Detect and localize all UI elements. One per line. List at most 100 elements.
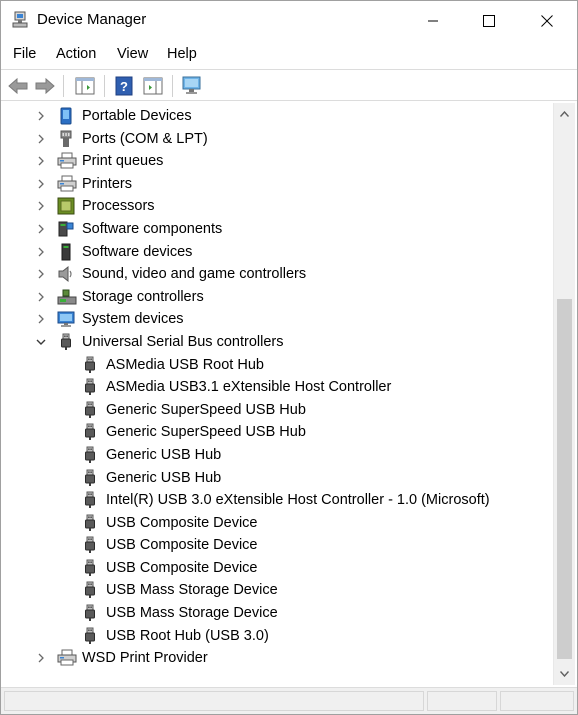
tree-node-label: Generic SuperSpeed USB Hub [106,424,306,441]
tree-category-node[interactable]: Print queues [5,150,553,173]
menu-action[interactable]: Action [56,46,96,62]
tree-device-node[interactable]: USB Composite Device [5,512,553,535]
status-pane-tertiary [500,691,574,711]
expand-toggle[interactable] [35,245,47,259]
tree-category-node[interactable]: Software devices [5,241,553,264]
scroll-down-button[interactable] [554,665,575,682]
chevron-down-icon [36,339,46,345]
expand-toggle[interactable] [35,312,47,326]
expand-toggle[interactable] [35,154,47,168]
device-tree[interactable]: Portable Devices Ports (COM & LPT) Print q… [5,105,553,683]
toolbar-separator [63,75,64,97]
expand-toggle[interactable] [35,199,47,213]
tree-device-node[interactable]: Generic SuperSpeed USB Hub [5,399,553,422]
usb-icon [81,536,99,554]
tree-category-node[interactable]: Printers [5,173,553,196]
tree-category-node[interactable]: Sound, video and game controllers [5,263,553,286]
tree-node-label: ASMedia USB3.1 eXtensible Host Controlle… [106,379,392,396]
title-bar[interactable]: Device Manager [1,1,577,41]
properties-pane-button[interactable] [141,74,165,98]
printer-icon [57,649,77,667]
tree-category-node[interactable]: Ports (COM & LPT) [5,128,553,151]
tree-device-node[interactable]: USB Composite Device [5,534,553,557]
minimize-button[interactable] [404,1,462,41]
collapse-toggle[interactable] [35,335,47,349]
tree-category-node[interactable]: Processors [5,195,553,218]
usb-icon [81,627,99,645]
usb-icon [81,604,99,622]
tree-device-node[interactable]: Generic USB Hub [5,467,553,490]
forward-button[interactable] [33,74,57,98]
expand-toggle[interactable] [35,132,47,146]
chevron-right-icon [38,247,44,257]
chevron-right-icon [38,292,44,302]
maximize-button[interactable] [460,1,518,41]
tree-category-node[interactable]: Storage controllers [5,286,553,309]
tree-device-node[interactable]: ASMedia USB3.1 eXtensible Host Controlle… [5,376,553,399]
menu-view[interactable]: View [117,46,148,62]
back-button[interactable] [6,74,30,98]
tree-node-label: USB Mass Storage Device [106,605,278,622]
scan-hardware-changes-button[interactable] [180,74,204,98]
menu-help[interactable]: Help [167,46,197,62]
tree-node-label: ASMedia USB Root Hub [106,356,264,373]
status-pane-secondary [427,691,497,711]
tree-node-label: Ports (COM & LPT) [82,130,208,147]
tree-category-node[interactable]: Universal Serial Bus controllers [5,331,553,354]
tree-node-label: Software components [82,220,223,237]
tree-category-node[interactable]: WSD Print Provider [5,647,553,670]
expand-toggle[interactable] [35,290,47,304]
tree-category-node[interactable]: Portable Devices [5,105,553,128]
tree-node-label: Portable Devices [82,108,192,124]
port-icon [57,130,75,148]
tree-node-label: USB Composite Device [106,559,258,576]
tree-device-node[interactable]: Generic USB Hub [5,444,553,467]
scroll-up-button[interactable] [554,105,575,122]
tree-device-node[interactable]: ASMedia USB Root Hub [5,354,553,377]
tree-node-label: Storage controllers [82,288,204,305]
chevron-right-icon [38,111,44,121]
help-button[interactable]: ? [112,74,136,98]
chevron-right-icon [38,134,44,144]
expand-toggle[interactable] [35,222,47,236]
chevron-right-icon [38,224,44,234]
tree-node-label: WSD Print Provider [82,650,208,667]
toolbar-separator [104,75,105,97]
device-manager-app-icon [11,11,29,29]
chevron-right-icon [38,156,44,166]
tree-node-label: Intel(R) USB 3.0 eXtensible Host Control… [106,492,490,509]
status-bar [1,687,577,714]
scrollbar-thumb[interactable] [557,299,572,659]
tree-device-node[interactable]: Intel(R) USB 3.0 eXtensible Host Control… [5,489,553,512]
usb-icon [81,446,99,464]
close-icon [541,15,553,27]
tree-device-node[interactable]: Generic SuperSpeed USB Hub [5,421,553,444]
menu-file[interactable]: File [13,46,36,62]
usb-icon [57,333,75,351]
tree-device-node[interactable]: USB Mass Storage Device [5,602,553,625]
printer-icon [57,175,77,193]
tree-category-node[interactable]: System devices [5,308,553,331]
tree-node-label: Software devices [82,243,193,260]
chevron-right-icon [38,314,44,324]
tree-category-node[interactable]: Software components [5,218,553,241]
expand-toggle[interactable] [35,651,47,665]
show-hide-console-tree-button[interactable] [73,74,97,98]
expand-toggle[interactable] [35,109,47,123]
chevron-right-icon [38,179,44,189]
tree-device-node[interactable]: USB Mass Storage Device [5,579,553,602]
tree-device-node[interactable]: USB Root Hub (USB 3.0) [5,625,553,648]
usb-icon [81,581,99,599]
storage-controller-icon [57,288,77,306]
tree-node-label: Processors [82,198,155,215]
expand-toggle[interactable] [35,177,47,191]
tree-device-node[interactable]: USB Composite Device [5,557,553,580]
vertical-scrollbar[interactable] [553,103,575,685]
status-pane-main [4,691,424,711]
close-button[interactable] [518,1,576,41]
expand-toggle[interactable] [35,267,47,281]
forward-arrow-icon [35,77,55,95]
tree-node-label: USB Root Hub (USB 3.0) [106,627,269,644]
tree-node-label: Universal Serial Bus controllers [82,333,284,350]
chevron-right-icon [38,269,44,279]
